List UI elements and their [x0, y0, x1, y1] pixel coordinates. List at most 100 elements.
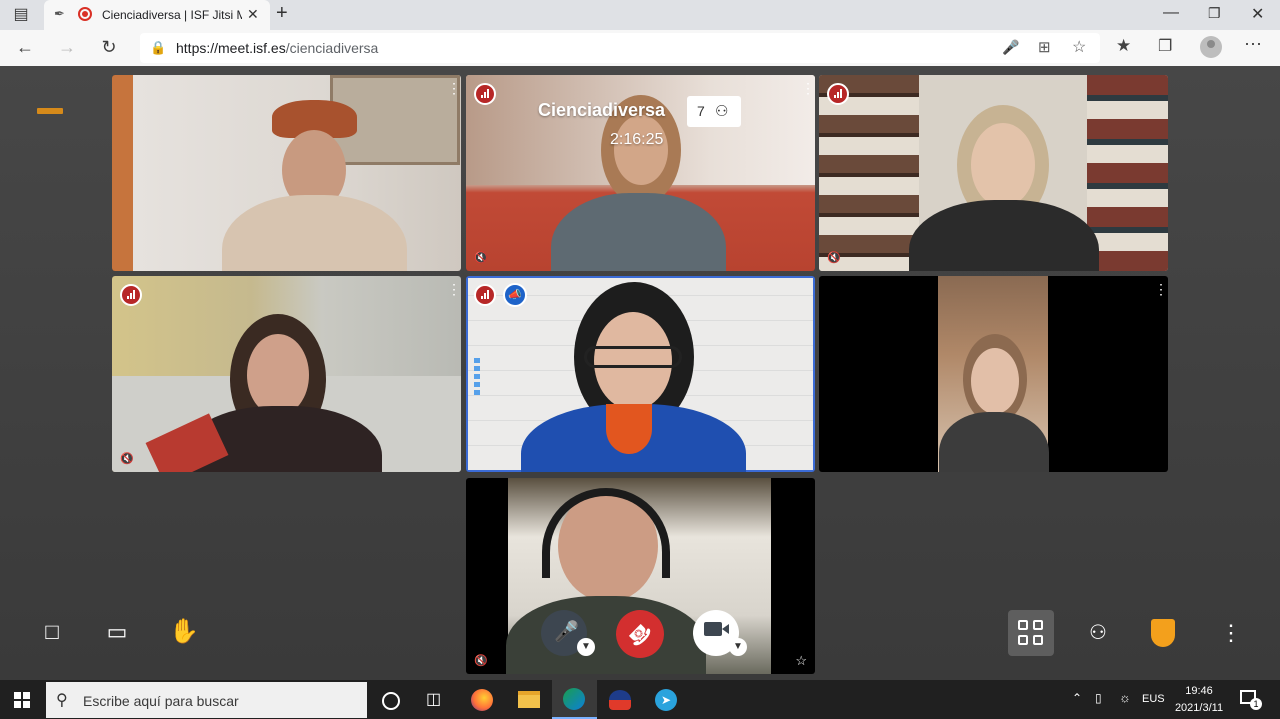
wifi-icon[interactable]: ☼	[1119, 690, 1131, 705]
tile-view-icon-cell	[1018, 635, 1028, 645]
apps-icon[interactable]: ⊞	[1038, 38, 1051, 56]
raise-hand-icon[interactable]: ✋	[169, 617, 199, 647]
url-bar[interactable]: 🔒 https://meet.isf.es/cienciadiversa 🎤 ⊞…	[140, 33, 1100, 63]
participant-tile-5[interactable]: 📣	[466, 276, 815, 472]
microphone-button[interactable]: 🎤 ▼	[541, 610, 595, 656]
new-tab-icon[interactable]: +	[276, 2, 288, 25]
hangup-button[interactable]: ☎	[616, 610, 664, 658]
glasses	[584, 346, 682, 368]
app-icon[interactable]	[609, 690, 631, 710]
audio-options-chevron-icon[interactable]: ▼	[577, 638, 595, 656]
start-windows-icon[interactable]	[14, 692, 30, 708]
clock-date[interactable]: 2021/3/11	[1172, 702, 1226, 714]
firefox-icon[interactable]	[471, 689, 493, 711]
input-language[interactable]: EUS	[1142, 693, 1165, 705]
connection-signal-icon[interactable]	[120, 284, 142, 306]
profile-avatar[interactable]	[1200, 36, 1222, 58]
connection-signal-icon[interactable]	[474, 83, 496, 105]
notification-count: 1	[1250, 698, 1262, 710]
security-shield-icon[interactable]	[1151, 619, 1175, 647]
tab-actions-icon[interactable]: ▤	[6, 0, 36, 30]
muted-mic-icon: 🔇	[474, 252, 488, 264]
connection-signal-icon[interactable]	[827, 83, 849, 105]
participant-face	[614, 115, 668, 185]
tile-menu-icon[interactable]: ⋮	[447, 81, 461, 95]
participant-face	[247, 334, 309, 416]
meeting-name: Cienciadiversa	[538, 100, 666, 120]
battery-icon[interactable]: ▯	[1095, 691, 1102, 705]
tile-menu-icon[interactable]: ⋮	[801, 81, 815, 95]
microphone-permission-icon[interactable]: 🎤	[1002, 39, 1019, 56]
reload-icon[interactable]: ↻	[94, 32, 124, 62]
url-host: https://meet.isf.es	[176, 40, 286, 56]
minimize-icon[interactable]: —	[1163, 4, 1179, 22]
cortana-icon[interactable]	[382, 692, 400, 710]
tile-view-icon-cell	[1033, 635, 1043, 645]
telegram-icon[interactable]: ➤	[655, 689, 677, 711]
add-favorite-icon[interactable]: ☆	[1072, 37, 1086, 57]
camera-lens	[722, 624, 729, 634]
scarf	[606, 404, 652, 454]
participant-tile-6[interactable]: ⋮	[819, 276, 1168, 472]
participant-face	[971, 348, 1019, 414]
task-view-icon[interactable]: ◫	[426, 689, 441, 709]
address-toolbar: ← → ↻ 🔒 https://meet.isf.es/cienciadiver…	[0, 30, 1280, 67]
meeting-duration: 2:16:25	[610, 131, 664, 148]
back-icon[interactable]: ←	[10, 32, 40, 62]
tile-menu-icon[interactable]: ⋮	[447, 282, 461, 296]
browser-tab-bar: ▤ ✒ Cienciadiversa | ISF Jitsi Mee ✕ + —…	[0, 0, 1280, 30]
participant-tile-1[interactable]: ⋮	[112, 75, 461, 271]
tab-close-icon[interactable]: ✕	[247, 6, 259, 23]
muted-mic-icon: 🔇	[827, 252, 841, 264]
edge-icon	[563, 688, 585, 710]
file-explorer-icon[interactable]	[518, 691, 540, 708]
restore-icon[interactable]: ❐	[1208, 5, 1221, 22]
connection-signal-icon[interactable]	[474, 284, 496, 306]
browser-tab[interactable]: ✒ Cienciadiversa | ISF Jitsi Mee ✕	[44, 0, 270, 30]
settings-more-icon[interactable]: ⋯	[1244, 34, 1262, 55]
muted-mic-icon: 🔇	[120, 453, 134, 465]
camera-icon	[704, 622, 722, 636]
favorites-icon[interactable]: ★	[1116, 36, 1131, 56]
hangup-icon: ☎	[622, 617, 656, 651]
audio-level-indicator	[474, 358, 480, 398]
tile-view-icon-cell	[1033, 620, 1043, 630]
participants-icon: ⚇	[715, 103, 729, 120]
screen-share-icon[interactable]: ▭	[102, 619, 132, 647]
clock-time[interactable]: 19:46	[1172, 685, 1226, 697]
search-placeholder: Escribe aquí para buscar	[83, 693, 239, 709]
tile-view-icon	[1018, 620, 1028, 630]
tile-view-button[interactable]	[1008, 610, 1054, 656]
participant-body	[506, 596, 706, 674]
edge-taskbar-button[interactable]	[552, 680, 597, 719]
bookshelf-right	[1087, 75, 1168, 271]
tile-menu-icon[interactable]: ⋮	[1154, 282, 1168, 296]
video-options-chevron-icon[interactable]: ▼	[729, 638, 747, 656]
participant-face	[971, 123, 1035, 207]
participant-count-badge[interactable]: 7 ⚇	[687, 96, 741, 127]
url-path: /cienciadiversa	[285, 40, 379, 56]
pin-icon: ✒	[54, 6, 65, 21]
dominant-speaker-icon: 📣	[503, 283, 527, 307]
invite-icon[interactable]: ⚇	[1085, 620, 1111, 646]
camera-button[interactable]: ▼	[693, 610, 747, 656]
watermark-logo	[37, 108, 63, 114]
recording-icon	[78, 7, 92, 21]
search-icon: ⚲	[56, 692, 68, 709]
taskbar-search-box[interactable]: ⚲ Escribe aquí para buscar	[46, 682, 367, 718]
participant-count: 7	[697, 103, 705, 119]
participant-tile-4[interactable]: 🔇 ⋮	[112, 276, 461, 472]
participant-tile-3[interactable]: 🔇	[819, 75, 1168, 271]
pin-star-icon[interactable]: ☆	[795, 653, 807, 669]
microphone-muted-icon: 🎤	[554, 621, 579, 643]
windows-taskbar: ⚲ Escribe aquí para buscar ◫ ➤ ⌃ ▯ ☼ EUS…	[0, 680, 1280, 719]
collections-icon[interactable]: ❐	[1158, 36, 1172, 56]
tab-title: Cienciadiversa | ISF Jitsi Mee	[102, 8, 242, 22]
muted-mic-icon: 🔇	[474, 655, 488, 667]
more-icon[interactable]: ⋮	[1220, 620, 1242, 646]
lock-icon: 🔒	[150, 40, 167, 55]
forward-icon[interactable]: →	[52, 32, 82, 62]
tray-chevron-icon[interactable]: ⌃	[1072, 691, 1082, 705]
window-close-icon[interactable]: ✕	[1251, 4, 1264, 24]
chat-icon[interactable]: □	[38, 619, 66, 647]
